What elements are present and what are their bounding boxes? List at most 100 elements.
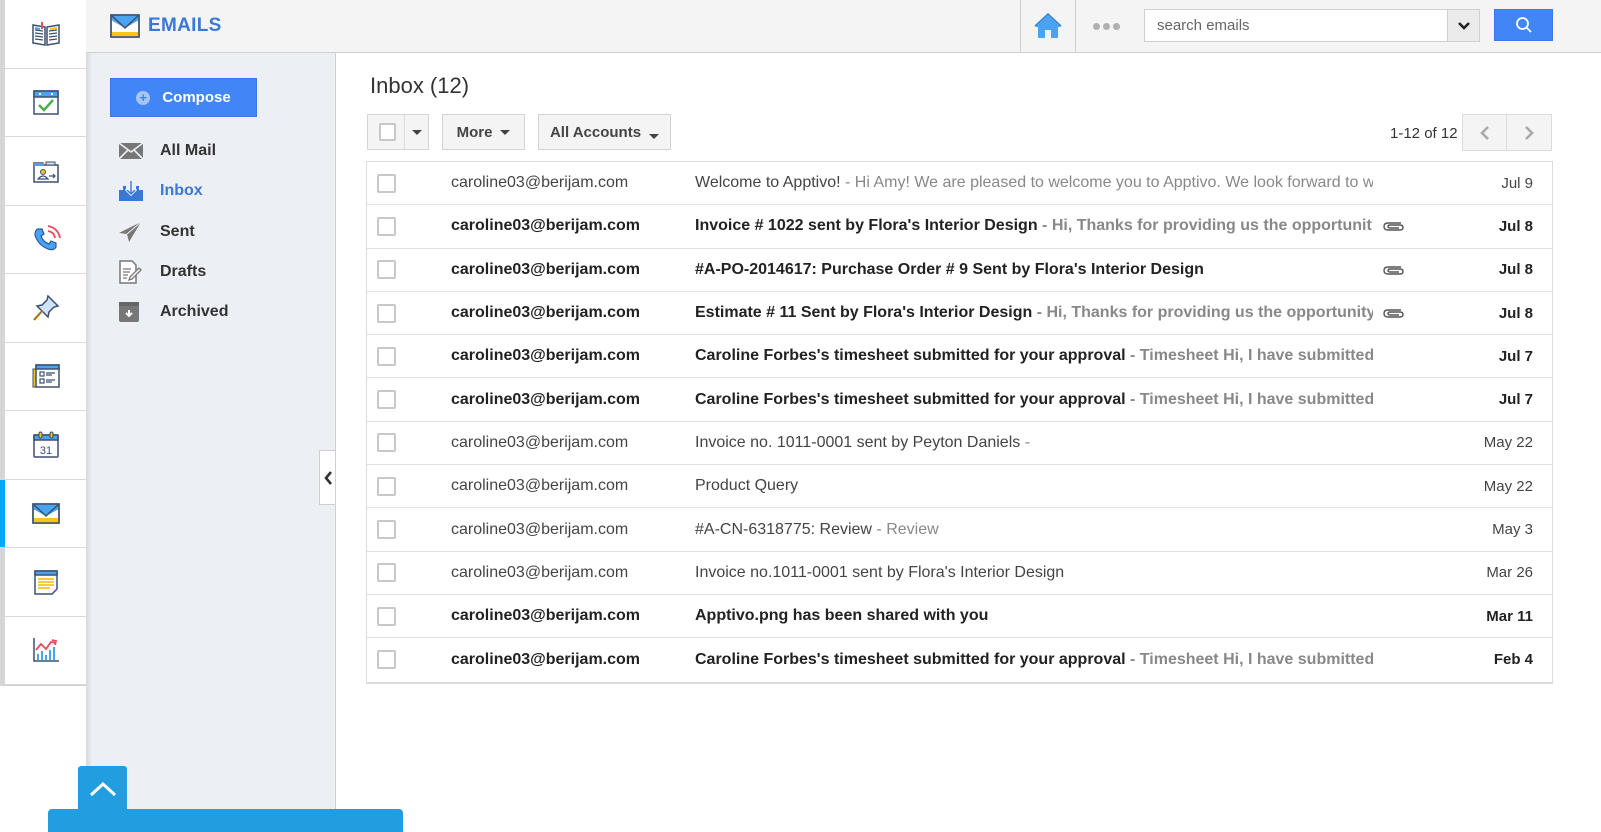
folder-archived[interactable]: Archived: [118, 292, 228, 332]
email-row[interactable]: caroline03@berijam.com Apptivo.png has be…: [367, 595, 1552, 639]
search-box: [1144, 9, 1480, 42]
email-row[interactable]: caroline03@berijam.com Invoice no. 1011-0…: [367, 422, 1552, 466]
more-dots-icon: [1092, 22, 1100, 30]
search-input[interactable]: [1145, 10, 1447, 41]
email-date: Jul 8: [1498, 304, 1533, 322]
compose-button[interactable]: + Compose: [110, 78, 257, 117]
plus-icon: +: [136, 90, 151, 105]
rail-item-emails[interactable]: [0, 479, 86, 548]
email-subject: Caroline Forbes's timesheet submitted fo…: [695, 390, 1126, 408]
rail-item-calls[interactable]: [5, 206, 86, 274]
rail-item-contacts[interactable]: [5, 137, 86, 206]
email-row[interactable]: caroline03@berijam.com Caroline Forbes's …: [367, 335, 1552, 379]
collapse-sidebar-button[interactable]: [319, 450, 335, 505]
more-dots-button[interactable]: [1089, 16, 1123, 36]
email-subject-line: Estimate # 11 Sent by Flora's Interior D…: [695, 304, 1373, 322]
email-date: Jul 7: [1498, 391, 1533, 409]
app-brand: EMAILS: [110, 13, 222, 39]
email-snippet: - Timesheet Hi, I have submitted: [1125, 347, 1373, 365]
scroll-to-top-button[interactable]: [78, 766, 127, 812]
rail-item-reports[interactable]: [5, 617, 86, 685]
previous-page-button[interactable]: [1462, 114, 1507, 151]
email-checkbox[interactable]: [377, 216, 396, 236]
email-row[interactable]: caroline03@berijam.com Invoice # 1022 sen…: [367, 205, 1552, 249]
email-checkbox[interactable]: [377, 606, 396, 626]
rail-item-knowledge-base[interactable]: [5, 0, 86, 69]
email-row[interactable]: caroline03@berijam.com Product Query May 2…: [367, 465, 1552, 509]
email-subject-line: Invoice no. 1011-0001 sent by Peyton Dan…: [695, 434, 1373, 452]
folder-label: Sent: [160, 222, 195, 240]
rail-item-tasks[interactable]: [5, 69, 86, 137]
email-row[interactable]: caroline03@berijam.com Welcome to Apptivo…: [367, 162, 1552, 206]
email-date: Jul 8: [1498, 261, 1533, 279]
accounts-label: All Accounts: [549, 123, 642, 141]
email-row[interactable]: caroline03@berijam.com Invoice no.1011-00…: [367, 552, 1552, 595]
folder-all-mail[interactable]: All Mail: [118, 131, 228, 171]
email-date: Jul 7: [1498, 347, 1533, 365]
caret-down-icon: [649, 133, 660, 139]
inbox-icon: [118, 179, 146, 203]
email-checkbox[interactable]: [377, 520, 396, 540]
pagination-text: 1-12 of 12: [1390, 125, 1458, 142]
main-content: Inbox (12) More All Accounts 1-12 of 12 …: [337, 53, 1601, 832]
email-checkbox[interactable]: [377, 563, 396, 583]
search-icon: [1515, 17, 1532, 33]
email-sender: caroline03@berijam.com: [451, 433, 629, 451]
email-checkbox[interactable]: [377, 303, 396, 323]
email-checkbox[interactable]: [377, 346, 396, 366]
home-icon: [1034, 13, 1062, 38]
bottom-panel-bar[interactable]: [48, 809, 403, 832]
email-subject: Estimate # 11 Sent by Flora's Interior D…: [695, 304, 1033, 322]
email-snippet: - Hi, Thanks for providing us the opport…: [1037, 217, 1372, 235]
email-snippet: - Hi, Thanks for providing us the opport…: [1032, 304, 1373, 322]
email-sender: caroline03@berijam.com: [451, 304, 641, 322]
select-all-checkbox[interactable]: [379, 123, 397, 141]
chart-icon: [32, 638, 59, 662]
folder-sent[interactable]: Sent: [118, 212, 228, 252]
search-button[interactable]: [1494, 9, 1553, 41]
folder-inbox[interactable]: Inbox: [118, 171, 228, 211]
contact-folder-icon: [32, 161, 59, 183]
email-row[interactable]: caroline03@berijam.com Caroline Forbes's …: [367, 378, 1552, 422]
email-checkbox[interactable]: [377, 390, 396, 410]
drafts-icon: [118, 260, 146, 284]
folder-drafts[interactable]: Drafts: [118, 252, 228, 292]
email-row[interactable]: caroline03@berijam.com Estimate # 11 Sent…: [367, 292, 1552, 336]
folder-list: All Mail Inbox Sent Drafts Archived: [118, 131, 228, 332]
email-checkbox[interactable]: [377, 173, 396, 193]
search-options-dropdown[interactable]: [1447, 10, 1479, 41]
email-subject: Caroline Forbes's timesheet submitted fo…: [695, 347, 1126, 365]
email-date: May 22: [1483, 477, 1533, 495]
email-subject-line: Caroline Forbes's timesheet submitted fo…: [695, 347, 1373, 365]
email-snippet: -: [1020, 433, 1031, 451]
email-snippet: - Review: [871, 520, 939, 538]
svg-text:31: 31: [39, 445, 51, 457]
rail-item-calendar[interactable]: 31: [5, 411, 86, 480]
email-row[interactable]: caroline03@berijam.com #A-CN-6318775: Rev…: [367, 508, 1552, 552]
email-subject-line: Invoice # 1022 sent by Flora's Interior …: [695, 217, 1373, 235]
next-page-button[interactable]: [1507, 114, 1552, 151]
page-title: Inbox (12): [370, 73, 470, 98]
email-row[interactable]: caroline03@berijam.com Caroline Forbes's …: [367, 638, 1552, 681]
chevron-left-icon: [323, 470, 332, 485]
email-checkbox[interactable]: [377, 433, 396, 453]
select-all-control: [367, 114, 429, 150]
rail-item-pins[interactable]: [5, 274, 86, 343]
phone-icon: [33, 225, 61, 251]
email-subject-line: Product Query: [695, 477, 1373, 495]
calendar-31-icon: 31: [32, 431, 59, 458]
email-checkbox[interactable]: [377, 476, 396, 496]
email-checkbox[interactable]: [377, 260, 396, 280]
home-button[interactable]: [1020, 0, 1076, 52]
app-rail: 31: [0, 0, 86, 686]
rail-item-notes[interactable]: [5, 548, 86, 617]
rail-item-forms[interactable]: [5, 343, 86, 411]
email-snippet: - Timesheet Hi, I have submitted: [1125, 390, 1373, 408]
more-button[interactable]: More: [442, 114, 525, 150]
email-row[interactable]: caroline03@berijam.com #A-PO-2014617: Pur…: [367, 249, 1552, 292]
all-accounts-dropdown[interactable]: All Accounts: [538, 114, 671, 150]
email-checkbox[interactable]: [377, 650, 396, 670]
select-options-dropdown[interactable]: [404, 115, 428, 149]
sent-icon: [118, 220, 146, 244]
email-subject: #A-CN-6318775: Review: [695, 520, 872, 538]
